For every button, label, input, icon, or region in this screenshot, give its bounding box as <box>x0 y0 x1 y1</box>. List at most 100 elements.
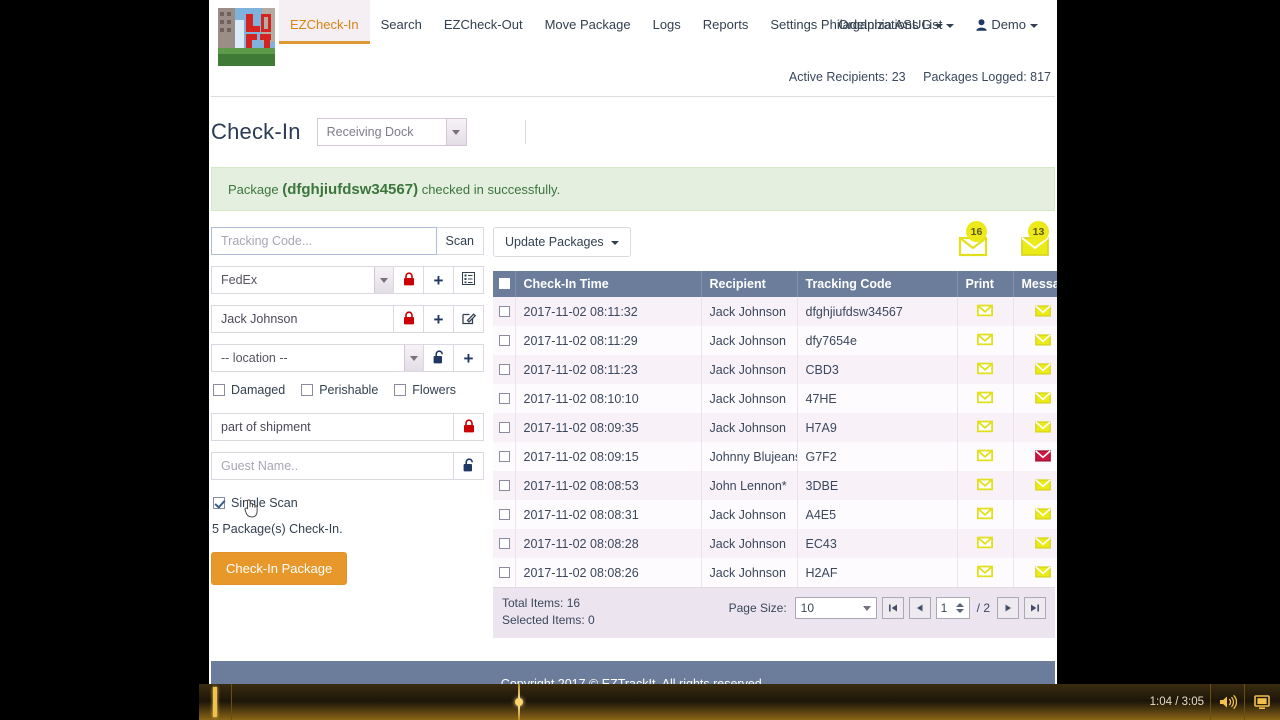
cell-print[interactable] <box>957 297 1014 326</box>
message-envelope-icon[interactable] <box>1034 333 1052 350</box>
cell-message[interactable] <box>1013 442 1057 471</box>
nav-item-ezcheck-out[interactable]: EZCheck-Out <box>433 0 534 41</box>
table-row[interactable]: 2017-11-02 08:09:15 Johnny Blujeans G7F2 <box>493 442 1057 471</box>
nav-item-search[interactable]: Search <box>370 0 433 41</box>
print-envelope-icon[interactable] <box>976 478 994 495</box>
checkbox-row-select[interactable] <box>499 508 510 520</box>
cell-message[interactable] <box>1013 558 1057 587</box>
cell-message[interactable] <box>1013 413 1057 442</box>
progress-scrubber[interactable] <box>515 684 523 720</box>
cell-message[interactable] <box>1013 297 1057 326</box>
print-envelope-icon[interactable] <box>976 565 994 582</box>
nav-item-ezcheck-in[interactable]: EZCheck-In <box>279 0 370 44</box>
cell-print[interactable] <box>957 558 1014 587</box>
flag-perishable[interactable]: Perishable <box>301 383 378 397</box>
checkbox-perishable[interactable] <box>301 384 314 396</box>
checkbox-row-select[interactable] <box>499 334 510 346</box>
checkbox-damaged[interactable] <box>213 384 225 396</box>
nav-item-move-package[interactable]: Move Package <box>534 0 642 41</box>
volume-button[interactable] <box>1210 684 1244 720</box>
page-number-spinner[interactable] <box>955 599 967 617</box>
last-page-button[interactable] <box>1024 597 1046 619</box>
cell-message[interactable] <box>1013 355 1057 384</box>
carrier-add-button[interactable]: + <box>424 266 454 294</box>
row-select-cell[interactable] <box>493 326 516 355</box>
checkbox-row-select[interactable] <box>499 392 510 404</box>
cell-message[interactable] <box>1013 471 1057 500</box>
fullscreen-button[interactable] <box>1244 684 1278 720</box>
nav-item-logs[interactable]: Logs <box>642 0 692 41</box>
print-envelope-icon[interactable] <box>976 304 994 321</box>
column-header-message[interactable]: Message <box>1013 271 1057 297</box>
closed-envelope-counter[interactable]: 13 <box>1017 221 1053 260</box>
table-row[interactable]: 2017-11-02 08:08:28 Jack Johnson EC43 <box>493 529 1057 558</box>
scan-button[interactable]: Scan <box>436 227 484 255</box>
nav-item-reports[interactable]: Reports <box>692 0 760 41</box>
message-envelope-icon[interactable] <box>1034 507 1052 524</box>
checkbox-row-select[interactable] <box>499 305 510 317</box>
cell-message[interactable] <box>1013 326 1057 355</box>
cell-print[interactable] <box>957 500 1014 529</box>
message-envelope-icon[interactable] <box>1034 536 1052 553</box>
table-row[interactable]: 2017-11-02 08:08:31 Jack Johnson A4E5 <box>493 500 1057 529</box>
checkbox-flowers[interactable] <box>394 384 407 396</box>
location-add-button[interactable]: + <box>454 344 484 372</box>
update-packages-button[interactable]: Update Packages <box>493 227 632 257</box>
carrier-list-button[interactable] <box>454 266 484 294</box>
tracking-input[interactable] <box>211 227 437 255</box>
nav-item-user-demo[interactable]: Demo <box>965 0 1049 43</box>
print-envelope-icon[interactable] <box>976 420 994 437</box>
cell-print[interactable] <box>957 355 1014 384</box>
page-size-select[interactable]: 10 <box>794 597 877 619</box>
checkbox-row-select[interactable] <box>499 363 510 375</box>
progress-bar[interactable] <box>233 684 1120 720</box>
message-envelope-icon[interactable] <box>1034 478 1052 495</box>
cell-print[interactable] <box>957 442 1014 471</box>
message-envelope-icon[interactable] <box>1034 565 1052 582</box>
location-select[interactable]: Receiving Dock <box>316 118 467 146</box>
checkbox-row-select[interactable] <box>499 566 510 578</box>
recipient-edit-button[interactable] <box>454 305 484 333</box>
column-header-check-in-time[interactable]: Check-In Time <box>515 271 702 297</box>
cell-print[interactable] <box>957 326 1014 355</box>
cell-print[interactable] <box>957 384 1014 413</box>
message-envelope-icon[interactable] <box>1034 420 1052 437</box>
print-envelope-icon[interactable] <box>976 449 994 466</box>
row-select-cell[interactable] <box>493 355 516 384</box>
checkbox-row-select[interactable] <box>499 537 510 549</box>
print-envelope-icon[interactable] <box>976 391 994 408</box>
location-lock-button[interactable] <box>424 344 454 372</box>
row-select-cell[interactable] <box>493 384 516 413</box>
row-select-cell[interactable] <box>493 558 516 587</box>
single-scan-toggle[interactable]: Single Scan <box>213 496 298 510</box>
print-envelope-icon[interactable] <box>976 333 994 350</box>
recipient-add-button[interactable]: + <box>424 305 454 333</box>
table-row[interactable]: 2017-11-02 08:08:26 Jack Johnson H2AF <box>493 558 1057 587</box>
recipient-input[interactable] <box>211 305 394 333</box>
checkbox-single-scan[interactable] <box>213 497 225 509</box>
open-envelope-counter[interactable]: 16 <box>955 221 991 260</box>
shipment-input[interactable] <box>211 413 454 441</box>
pause-button[interactable] <box>199 684 232 720</box>
check-in-package-button[interactable]: Check-In Package <box>211 552 348 585</box>
recipient-lock-button[interactable] <box>394 305 424 333</box>
flag-damaged[interactable]: Damaged <box>213 383 285 397</box>
spinner-up-icon[interactable] <box>955 603 964 607</box>
message-envelope-icon[interactable] <box>1034 362 1052 379</box>
row-select-cell[interactable] <box>493 442 516 471</box>
table-row[interactable]: 2017-11-02 08:11:32 Jack Johnson dfghjiufd… <box>493 297 1057 326</box>
cell-message[interactable] <box>1013 500 1057 529</box>
spinner-down-icon[interactable] <box>955 609 964 613</box>
guest-lock-button[interactable] <box>454 452 484 480</box>
column-header-recipient[interactable]: Recipient <box>701 271 798 297</box>
carrier-select[interactable]: FedEx <box>211 266 394 294</box>
guest-name-input[interactable] <box>211 452 454 480</box>
print-envelope-icon[interactable] <box>976 536 994 553</box>
shipment-lock-button[interactable] <box>454 413 484 441</box>
message-envelope-icon[interactable] <box>1034 304 1052 321</box>
page-number-input[interactable]: 1 <box>935 597 970 619</box>
carrier-lock-button[interactable] <box>394 266 424 294</box>
row-select-cell[interactable] <box>493 529 516 558</box>
row-select-cell[interactable] <box>493 297 516 326</box>
row-select-cell[interactable] <box>493 413 516 442</box>
